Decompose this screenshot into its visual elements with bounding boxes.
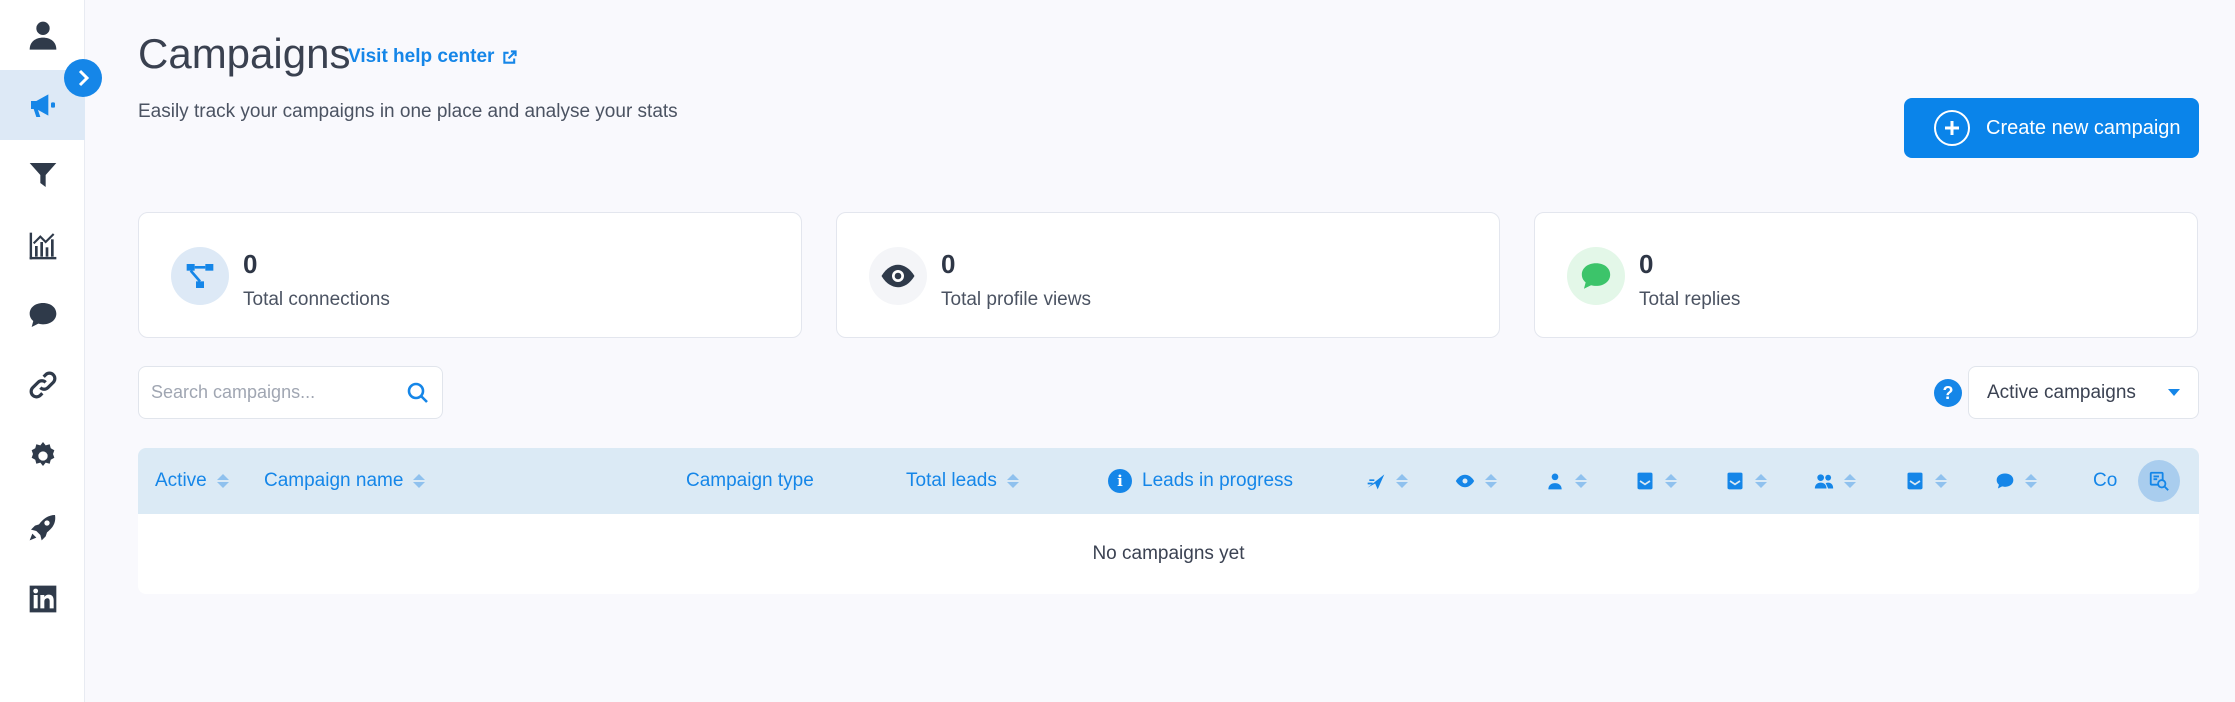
sort-icon [216, 474, 229, 488]
help-center-label: Visit help center [348, 46, 495, 67]
megaphone-icon [30, 94, 55, 117]
campaigns-table: Active Campaign name Campaign type Total… [138, 448, 2199, 594]
stat-value: 0 [243, 249, 258, 279]
column-header-total-leads[interactable]: Total leads [906, 448, 1019, 514]
sort-icon [1935, 474, 1947, 488]
column-header-truncated: Co [2093, 448, 2121, 514]
search-box [138, 366, 443, 419]
empty-state-message: No campaigns yet [1092, 543, 1245, 564]
mail-icon [1727, 472, 1743, 490]
column-header-campaign-name[interactable]: Campaign name [264, 448, 426, 514]
profile-icon [29, 21, 56, 50]
sort-icon [2025, 474, 2037, 488]
filter-icon [29, 163, 56, 187]
sort-icon [1485, 474, 1497, 488]
table-header: Active Campaign name Campaign type Total… [138, 448, 2199, 514]
column-picker-button[interactable] [2138, 460, 2180, 502]
sidebar-toggle-button[interactable] [64, 59, 102, 97]
mail-icon [1637, 472, 1653, 490]
campaign-status-select[interactable]: Active campaigns [1968, 366, 2199, 419]
sort-icon [1575, 474, 1587, 488]
stat-label: Total profile views [941, 289, 1091, 310]
rocket-icon [29, 515, 55, 541]
create-campaign-button[interactable]: Create new campaign [1904, 98, 2199, 158]
chat-icon [1996, 473, 2014, 489]
column-label: Active [155, 470, 207, 491]
external-link-icon [503, 49, 518, 64]
column-header-campaign-type: Campaign type [686, 448, 814, 514]
sidebar-item-profile[interactable] [0, 0, 85, 70]
stat-value: 0 [1639, 249, 1654, 279]
search-input[interactable] [151, 382, 381, 403]
stat-card-profile-views: 0 Total profile views [836, 212, 1500, 338]
column-search-icon [2149, 471, 2169, 491]
column-header-mail-1[interactable] [1635, 448, 1677, 514]
stat-label: Total connections [243, 289, 390, 310]
mail-icon [1907, 472, 1923, 490]
search-icon[interactable] [406, 381, 430, 405]
sidebar-item-linkedin[interactable] [0, 564, 85, 634]
help-question-icon[interactable]: ? [1934, 379, 1962, 407]
chat-bubble-icon [1567, 247, 1625, 305]
column-header-sent[interactable] [1366, 448, 1408, 514]
plus-circle-icon [1934, 110, 1970, 146]
column-label: Leads in progress [1142, 470, 1294, 491]
network-icon [171, 247, 229, 305]
sort-icon [413, 474, 426, 488]
stat-label: Total replies [1639, 289, 1741, 310]
linkedin-icon [29, 585, 56, 613]
page-title: Campaigns [138, 30, 351, 77]
stat-card-connections: 0 Total connections [138, 212, 802, 338]
column-header-active[interactable]: Active [155, 448, 229, 514]
column-header-mail-3[interactable] [1905, 448, 1947, 514]
caret-down-icon [2168, 389, 2180, 396]
column-label: Total leads [906, 470, 997, 491]
column-header-leads-in-progress: i Leads in progress [1108, 448, 1293, 514]
column-header-replies[interactable] [1995, 448, 2037, 514]
sidebar-item-settings[interactable] [0, 421, 85, 491]
create-campaign-label: Create new campaign [1986, 116, 2181, 139]
sidebar [0, 0, 102, 702]
sort-icon [1755, 474, 1767, 488]
chat-icon [29, 303, 56, 327]
settings-icon [31, 442, 54, 466]
sort-icon [1665, 474, 1677, 488]
chevron-right-icon [78, 69, 90, 87]
column-header-pending[interactable] [1545, 448, 1587, 514]
sidebar-item-filter[interactable] [0, 140, 85, 210]
stat-card-replies: 0 Total replies [1534, 212, 2198, 338]
sidebar-item-analytics[interactable] [0, 211, 85, 281]
campaign-status-selected: Active campaigns [1987, 381, 2136, 403]
sort-icon [1396, 474, 1408, 488]
column-header-mail-2[interactable] [1725, 448, 1767, 514]
sidebar-item-links[interactable] [0, 350, 85, 420]
help-center-link[interactable]: Visit help center [348, 46, 518, 68]
column-header-views[interactable] [1455, 448, 1497, 514]
page-subtitle: Easily track your campaigns in one place… [138, 101, 678, 122]
sort-icon [1006, 474, 1019, 488]
column-label: Campaign name [264, 470, 404, 491]
info-icon[interactable]: i [1108, 469, 1132, 493]
send-icon [1367, 474, 1385, 490]
users-icon [1814, 474, 1834, 489]
column-label: Co [2093, 470, 2118, 491]
stat-value: 0 [941, 249, 956, 279]
eye-icon [869, 247, 927, 305]
analytics-icon [29, 232, 56, 260]
link-icon [29, 371, 56, 399]
sidebar-item-launch[interactable] [0, 492, 85, 562]
sidebar-item-messages[interactable] [0, 280, 85, 350]
column-header-users[interactable] [1814, 448, 1856, 514]
column-label: Campaign type [686, 470, 814, 491]
sort-icon [1844, 474, 1856, 488]
person-question-icon [1548, 473, 1562, 490]
eye-icon [1455, 474, 1475, 488]
